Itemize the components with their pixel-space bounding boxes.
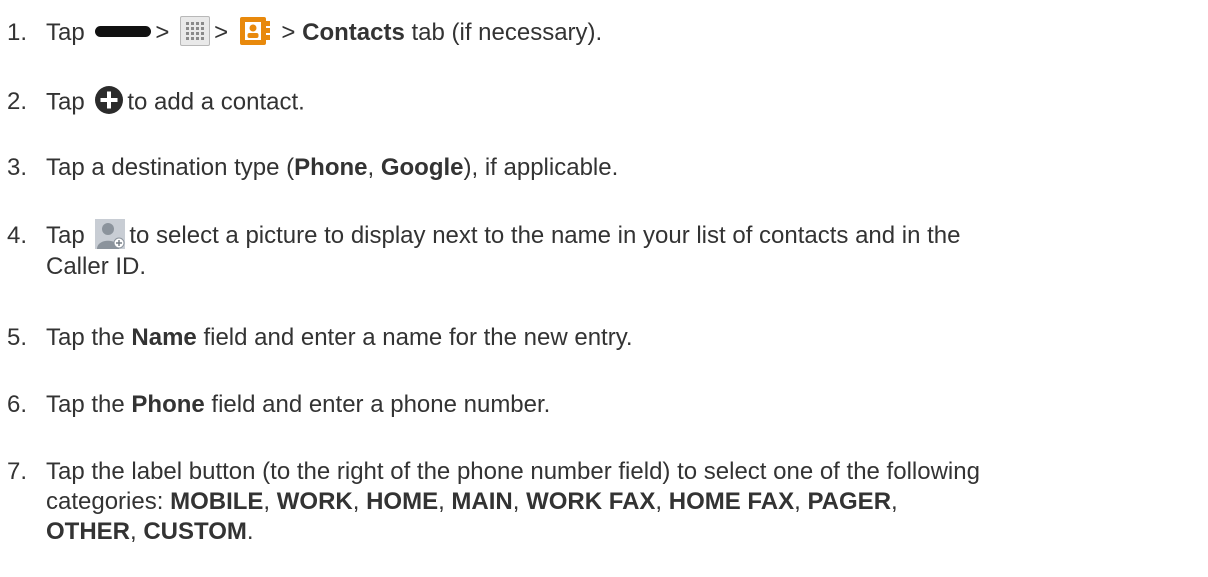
step-number: 6. [7, 391, 28, 418]
separator: , [891, 488, 898, 515]
category-main: MAIN [451, 488, 513, 515]
step-text: Tap the label button (to the right of th… [46, 457, 1196, 547]
step-text-part: Tap the label button (to the right of th… [46, 458, 980, 485]
step-number: 3. [7, 154, 28, 181]
step-text-part: Caller ID. [46, 252, 147, 280]
contact-picture-icon [95, 218, 126, 249]
step-number: 2. [7, 88, 28, 115]
step-text-part: > [155, 19, 170, 46]
category-work: WORK [276, 488, 353, 515]
step-number: 7. [7, 458, 28, 485]
step-text-bold: Phone [294, 154, 368, 181]
step-text-part: Tap [46, 19, 85, 46]
category-home-fax: HOME FAX [668, 488, 795, 515]
step-text-bold: Contacts [302, 19, 405, 46]
step-text-part: Tap a destination type ( [46, 154, 295, 181]
step-text: Tap > > > Contacts tab (if necessary). [46, 15, 1196, 49]
separator: , [794, 488, 808, 515]
step-number: 1. [7, 19, 28, 46]
separator: , [263, 488, 277, 515]
category-work-fax: WORK FAX [526, 488, 656, 515]
category-mobile: MOBILE [170, 488, 264, 515]
step-text-part: , [367, 154, 381, 181]
step-text-part: Tap [46, 88, 85, 116]
step-text-part: Tap [46, 222, 85, 249]
apps-icon [180, 15, 211, 46]
step-text: Tap a destination type (Phone, Google), … [46, 153, 1196, 183]
step-text-part: to add a contact. [127, 88, 305, 116]
separator: , [130, 518, 144, 545]
step-text-part: tab (if necessary). [411, 19, 603, 46]
separator: , [512, 488, 527, 515]
step-text-part: field and enter a phone number. [211, 391, 551, 418]
step-text-bold: Google [380, 154, 464, 181]
step-text: Tap to select a picture to display next … [46, 218, 1196, 282]
category-home: HOME [366, 488, 439, 515]
step-text-bold: Name [131, 324, 197, 351]
step-text-part: categories: [46, 488, 171, 515]
step-text-part: Tap the [46, 391, 125, 418]
step-text: Tap the Phone field and enter a phone nu… [46, 390, 1196, 420]
step-text-part: > [281, 19, 296, 46]
step-number: 4. [7, 222, 28, 249]
home-key-icon [95, 26, 152, 38]
step-text-part: ), if applicable. [463, 154, 619, 181]
add-contact-icon [93, 84, 125, 116]
step-text-part: > [214, 19, 229, 46]
step-text: Tap to add a contact. [46, 84, 1196, 119]
step-text-part: to select a picture to display next to t… [129, 222, 961, 249]
step-text-part: Tap the [46, 324, 125, 351]
step-text-part: field and enter a name for the new entry… [203, 324, 633, 351]
step-text: Tap the Name field and enter a name for … [46, 323, 1196, 353]
category-custom: CUSTOM [143, 518, 247, 545]
separator: , [655, 488, 669, 515]
contacts-app-icon [239, 16, 271, 46]
step-text-bold: Phone [131, 391, 205, 418]
separator: , [352, 488, 367, 515]
separator: . [246, 518, 254, 545]
step-number: 5. [7, 324, 28, 351]
category-pager: PAGER [807, 488, 892, 515]
category-other: OTHER [46, 518, 130, 545]
separator: , [438, 488, 452, 515]
